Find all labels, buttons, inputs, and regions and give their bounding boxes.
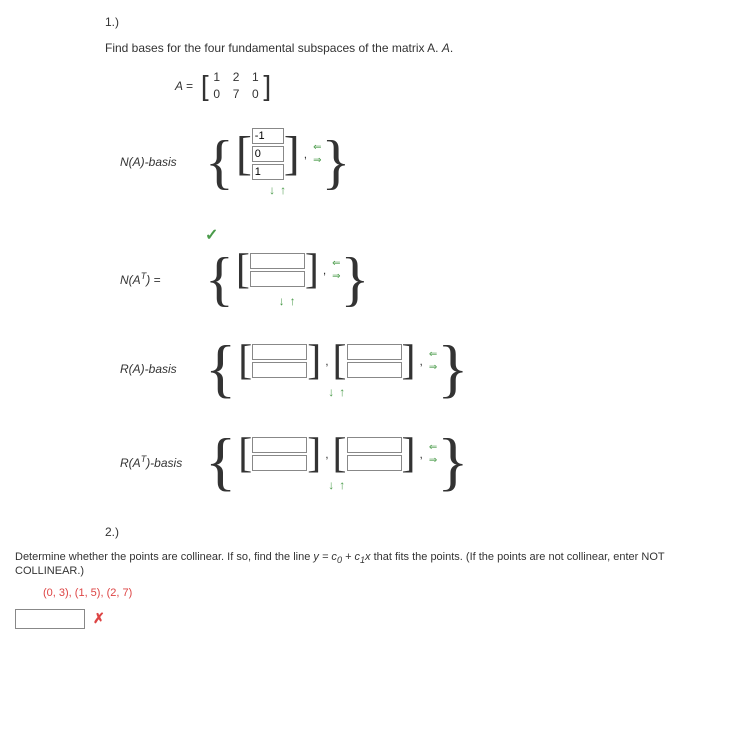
arrow-right-icon[interactable]: ⇒: [313, 155, 321, 166]
nat-label: N(AT) =: [120, 271, 205, 287]
na-input-2[interactable]: [252, 146, 284, 162]
arrow-down-icon[interactable]: ↓: [269, 183, 275, 197]
rat-v2-input-1[interactable]: [347, 437, 402, 453]
curly-right-icon: }: [437, 337, 468, 402]
problem-2-prompt: Determine whether the points are colline…: [15, 551, 714, 577]
curly-left-icon: {: [205, 132, 234, 192]
nat-input-2[interactable]: [250, 271, 305, 287]
check-icon: ✓: [205, 225, 714, 245]
nat-input-1[interactable]: [250, 253, 305, 269]
curly-right-icon: }: [437, 430, 468, 495]
na-input-1[interactable]: [252, 128, 284, 144]
vec-bracket-right-icon: ]: [284, 130, 300, 178]
problem-1-number: 1.): [105, 15, 714, 29]
vec-bracket-right-icon: ]: [402, 340, 416, 382]
vec-bracket-left-icon: [: [333, 433, 347, 475]
curly-left-icon: {: [205, 337, 236, 402]
matrix-label: A =: [175, 79, 193, 93]
na-basis-label: N(A)-basis: [120, 155, 205, 169]
arrow-up-icon[interactable]: ↑: [339, 478, 345, 492]
ra-basis-row: R(A)-basis { [ ] , [: [120, 337, 714, 402]
rat-v2-input-2[interactable]: [347, 455, 402, 471]
arrow-left-icon[interactable]: ⇐: [429, 349, 437, 360]
rat-basis-row: R(AT)-basis { [ ] , [: [120, 430, 714, 495]
curly-right-icon: }: [322, 132, 351, 192]
collinear-answer-input[interactable]: [15, 609, 85, 629]
vec-bracket-right-icon: ]: [307, 433, 321, 475]
arrow-up-icon[interactable]: ↑: [280, 183, 286, 197]
problem-2-number: 2.): [105, 525, 714, 539]
arrow-down-icon[interactable]: ↓: [328, 478, 334, 492]
matrix-var: A: [442, 41, 450, 55]
arrow-left-icon[interactable]: ⇐: [313, 142, 321, 153]
bracket-right-icon: ]: [263, 72, 271, 100]
ra-basis-label: R(A)-basis: [120, 362, 205, 376]
arrow-down-icon[interactable]: ↓: [279, 294, 285, 308]
equation-text: y = c0 + c1x: [313, 551, 370, 563]
points-list: (0, 3), (1, 5), (2, 7): [43, 587, 714, 599]
na-basis-row: N(A)-basis { [ ] , ⇐: [120, 128, 714, 197]
arrow-down-icon[interactable]: ↓: [328, 385, 334, 399]
vec-bracket-left-icon: [: [333, 340, 347, 382]
nat-row: N(AT) = { [ ] , ⇐ ⇒: [120, 249, 714, 309]
matrix-definition: A = [ 1 2 1 0 7 0 ]: [175, 69, 714, 103]
vec-bracket-left-icon: [: [236, 249, 250, 291]
vec-bracket-left-icon: [: [236, 130, 252, 178]
vec-bracket-right-icon: ]: [402, 433, 416, 475]
problem-1-prompt: Find bases for the four fundamental subs…: [105, 41, 714, 55]
arrow-up-icon[interactable]: ↑: [290, 294, 296, 308]
x-icon: ✗: [93, 610, 105, 627]
arrow-right-icon[interactable]: ⇒: [332, 271, 340, 282]
vec-bracket-left-icon: [: [238, 433, 252, 475]
ra-v1-input-2[interactable]: [252, 362, 307, 378]
ra-v1-input-1[interactable]: [252, 344, 307, 360]
rat-v1-input-2[interactable]: [252, 455, 307, 471]
rat-v1-input-1[interactable]: [252, 437, 307, 453]
vec-bracket-left-icon: [: [238, 340, 252, 382]
rat-basis-label: R(AT)-basis: [120, 454, 205, 470]
ra-v2-input-1[interactable]: [347, 344, 402, 360]
arrow-left-icon[interactable]: ⇐: [429, 442, 437, 453]
bracket-left-icon: [: [201, 72, 209, 100]
arrow-right-icon[interactable]: ⇒: [429, 362, 437, 373]
curly-left-icon: {: [205, 249, 234, 309]
vec-bracket-right-icon: ]: [305, 249, 319, 291]
curly-right-icon: }: [341, 249, 370, 309]
na-input-3[interactable]: [252, 164, 284, 180]
arrow-right-icon[interactable]: ⇒: [429, 455, 437, 466]
problem-1: 1.) Find bases for the four fundamental …: [15, 15, 714, 495]
arrow-left-icon[interactable]: ⇐: [332, 258, 340, 269]
vec-bracket-right-icon: ]: [307, 340, 321, 382]
arrow-up-icon[interactable]: ↑: [339, 385, 345, 399]
ra-v2-input-2[interactable]: [347, 362, 402, 378]
problem-2: 2.) Determine whether the points are col…: [15, 525, 714, 629]
curly-left-icon: {: [205, 430, 236, 495]
